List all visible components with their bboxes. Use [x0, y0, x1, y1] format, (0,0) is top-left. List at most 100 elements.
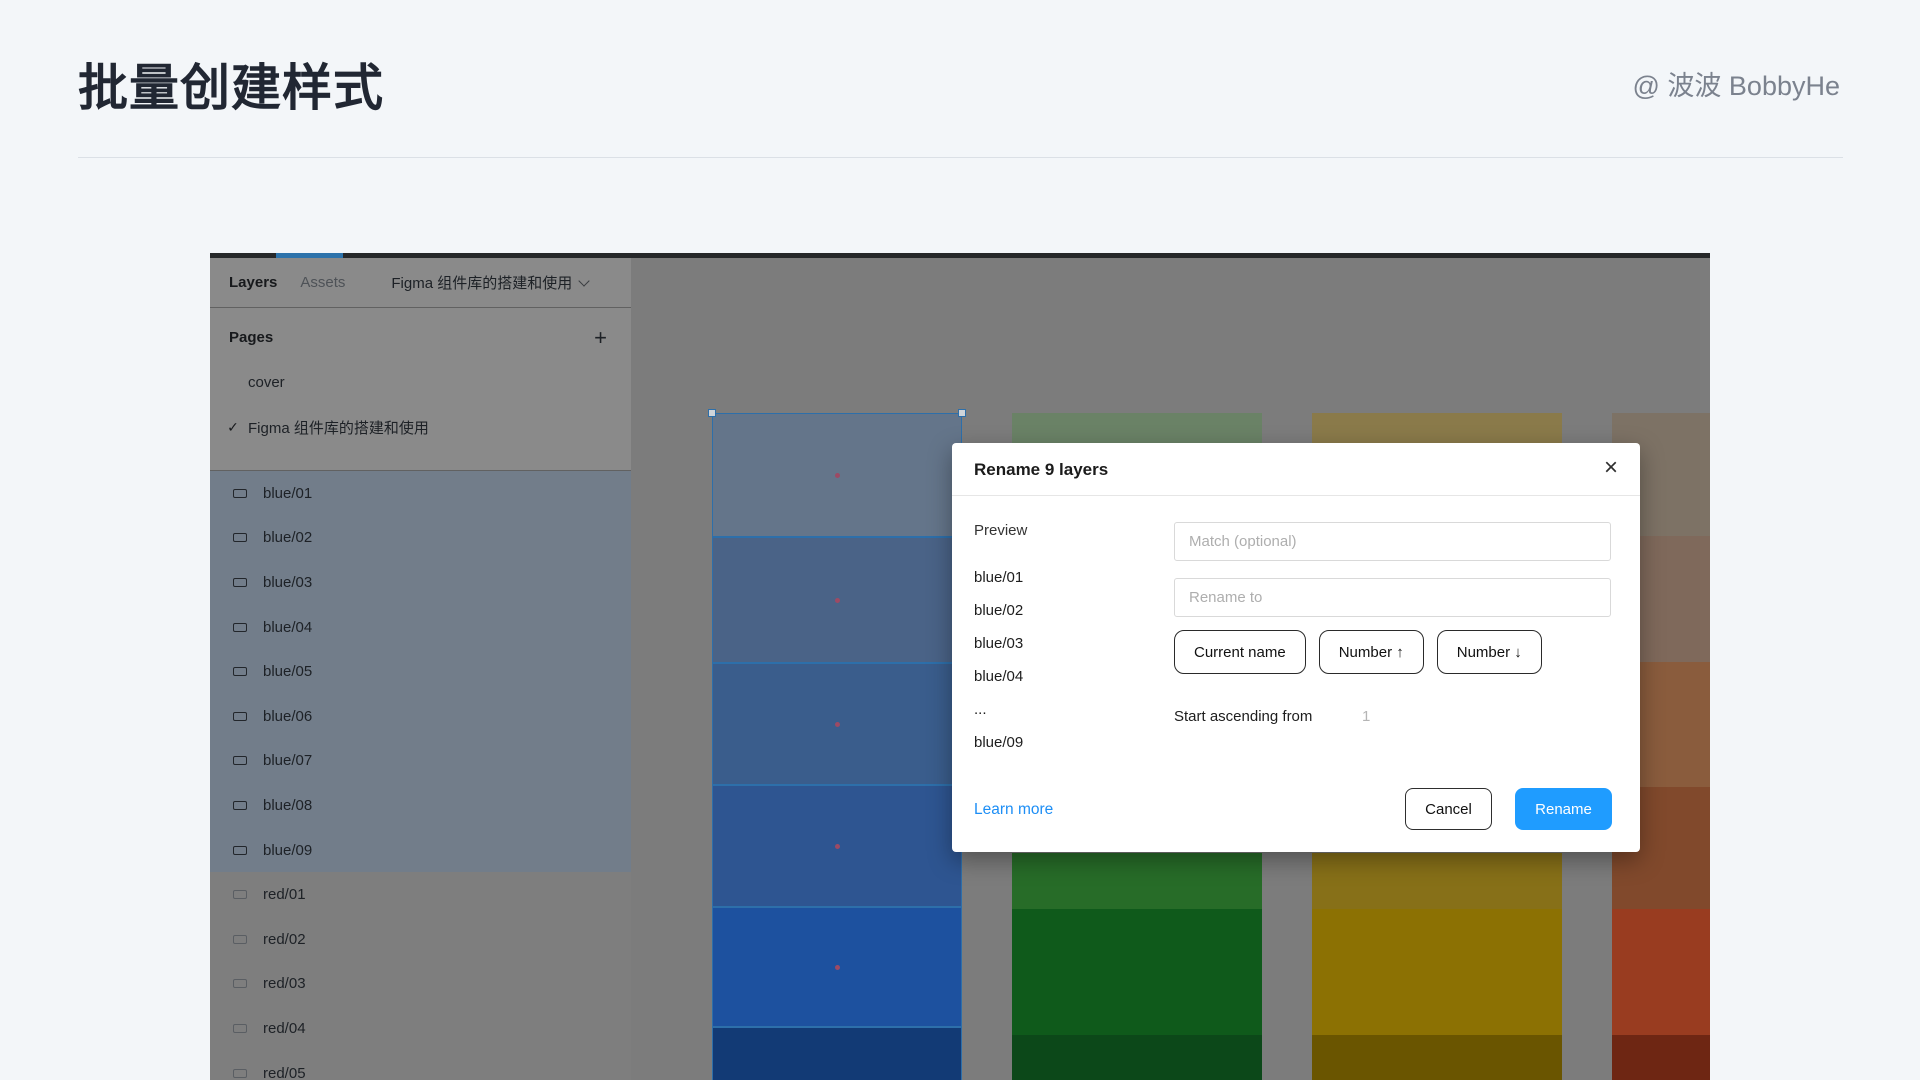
color-swatch[interactable]	[712, 1027, 962, 1080]
rename-dialog: Rename 9 layers × Preview blue/01blue/02…	[952, 443, 1640, 852]
page-item-label: Figma 组件库的搭建和使用	[248, 417, 429, 438]
preview-item: blue/02	[974, 594, 1023, 627]
color-swatch[interactable]	[1012, 413, 1262, 443]
rectangle-layer-icon	[233, 801, 247, 810]
color-swatch[interactable]	[1012, 1035, 1262, 1080]
pages-list: cover ✓Figma 组件库的搭建和使用	[210, 360, 631, 450]
preview-label: Preview	[974, 522, 1027, 539]
dialog-title: Rename 9 layers	[974, 460, 1108, 480]
layer-name: blue/01	[263, 485, 312, 502]
rename-to-input[interactable]	[1174, 578, 1611, 617]
token-button-row: Current name Number ↑ Number ↓	[1174, 630, 1542, 674]
rename-button[interactable]: Rename	[1515, 788, 1612, 830]
selection-handle[interactable]	[958, 409, 966, 417]
layer-name: blue/05	[263, 663, 312, 680]
swatch-center-dot	[835, 844, 840, 849]
color-swatch[interactable]	[1312, 413, 1562, 443]
color-swatch[interactable]	[1312, 853, 1562, 909]
pages-section: Pages + cover ✓Figma 组件库的搭建和使用	[210, 308, 631, 471]
layer-name: blue/04	[263, 619, 312, 636]
add-page-button[interactable]: +	[594, 328, 607, 348]
preview-list: blue/01blue/02blue/03blue/04...blue/09	[974, 561, 1023, 759]
rectangle-layer-icon	[233, 578, 247, 587]
layer-name: blue/07	[263, 752, 312, 769]
layer-name: red/04	[263, 1020, 306, 1037]
cancel-button[interactable]: Cancel	[1405, 788, 1492, 830]
layer-list: blue/01 blue/02 blue/03 blue/04 blue/05 blue/…	[210, 471, 631, 1080]
rectangle-layer-icon	[233, 667, 247, 676]
layer-name: red/03	[263, 975, 306, 992]
learn-more-link[interactable]: Learn more	[974, 801, 1053, 819]
preview-item: ...	[974, 693, 1023, 726]
rectangle-layer-icon	[233, 935, 247, 944]
rectangle-layer-icon	[233, 623, 247, 632]
layer-row[interactable]: red/01	[210, 872, 631, 917]
current-name-button[interactable]: Current name	[1174, 630, 1306, 674]
preview-item: blue/04	[974, 660, 1023, 693]
rectangle-layer-icon	[233, 756, 247, 765]
layer-row[interactable]: blue/04	[210, 605, 631, 650]
layer-row[interactable]: blue/02	[210, 516, 631, 561]
preview-item: blue/09	[974, 726, 1023, 759]
layer-row[interactable]: blue/07	[210, 739, 631, 784]
layer-name: blue/08	[263, 797, 312, 814]
swatch-center-dot	[835, 965, 840, 970]
layer-row[interactable]: blue/03	[210, 560, 631, 605]
dialog-header: Rename 9 layers ×	[952, 443, 1640, 496]
number-descending-button[interactable]: Number ↓	[1437, 630, 1542, 674]
number-ascending-button[interactable]: Number ↑	[1319, 630, 1424, 674]
swatch-center-dot	[835, 473, 840, 478]
layer-name: blue/03	[263, 574, 312, 591]
header-divider	[78, 157, 1843, 158]
library-dropdown-label: Figma 组件库的搭建和使用	[391, 272, 572, 293]
rectangle-layer-icon	[233, 489, 247, 498]
layer-name: red/01	[263, 886, 306, 903]
layer-row[interactable]: blue/09	[210, 828, 631, 873]
layer-name: blue/06	[263, 708, 312, 725]
layers-panel: Layers Assets Figma 组件库的搭建和使用 Pages + co…	[210, 258, 631, 1080]
preview-item: blue/01	[974, 561, 1023, 594]
layer-row[interactable]: blue/08	[210, 783, 631, 828]
page-title: 批量创建样式	[78, 48, 384, 120]
color-swatch[interactable]	[1312, 1035, 1562, 1080]
author: @ 波波 BobbyHe	[1633, 64, 1840, 103]
rectangle-layer-icon	[233, 1069, 247, 1078]
layer-name: blue/02	[263, 529, 312, 546]
layer-row[interactable]: blue/01	[210, 471, 631, 516]
close-icon[interactable]: ×	[1604, 454, 1618, 482]
swatch-center-dot	[835, 722, 840, 727]
color-swatch[interactable]	[1612, 909, 1710, 1035]
color-swatch[interactable]	[1312, 909, 1562, 1035]
color-swatch[interactable]	[1612, 1035, 1710, 1080]
page-item[interactable]: ✓Figma 组件库的搭建和使用	[210, 405, 631, 450]
rectangle-layer-icon	[233, 979, 247, 988]
rectangle-layer-icon	[233, 846, 247, 855]
start-ascending-value[interactable]: 1	[1362, 708, 1370, 725]
color-swatch[interactable]	[1012, 909, 1262, 1035]
layer-name: red/05	[263, 1065, 306, 1080]
selection-handle[interactable]	[708, 409, 716, 417]
panel-tabs: Layers Assets Figma 组件库的搭建和使用	[210, 258, 631, 308]
color-swatch[interactable]	[1012, 853, 1262, 909]
start-ascending-label: Start ascending from	[1174, 708, 1312, 725]
library-dropdown[interactable]: Figma 组件库的搭建和使用	[391, 272, 588, 293]
match-input[interactable]	[1174, 522, 1611, 561]
rectangle-layer-icon	[233, 712, 247, 721]
layer-row[interactable]: red/03	[210, 962, 631, 1007]
layer-name: red/02	[263, 931, 306, 948]
preview-item: blue/03	[974, 627, 1023, 660]
layer-row[interactable]: blue/06	[210, 694, 631, 739]
layer-row[interactable]: red/02	[210, 917, 631, 962]
layer-name: blue/09	[263, 842, 312, 859]
tab-assets[interactable]: Assets	[300, 274, 345, 291]
layer-row[interactable]: blue/05	[210, 649, 631, 694]
rectangle-layer-icon	[233, 533, 247, 542]
chevron-down-icon	[579, 275, 590, 286]
layer-row[interactable]: red/05	[210, 1051, 631, 1080]
page-item-label: cover	[248, 374, 285, 391]
layer-row[interactable]: red/04	[210, 1006, 631, 1051]
rectangle-layer-icon	[233, 1024, 247, 1033]
tab-layers[interactable]: Layers	[229, 274, 277, 291]
pages-header: Pages	[229, 329, 273, 346]
page-item[interactable]: cover	[210, 360, 631, 405]
